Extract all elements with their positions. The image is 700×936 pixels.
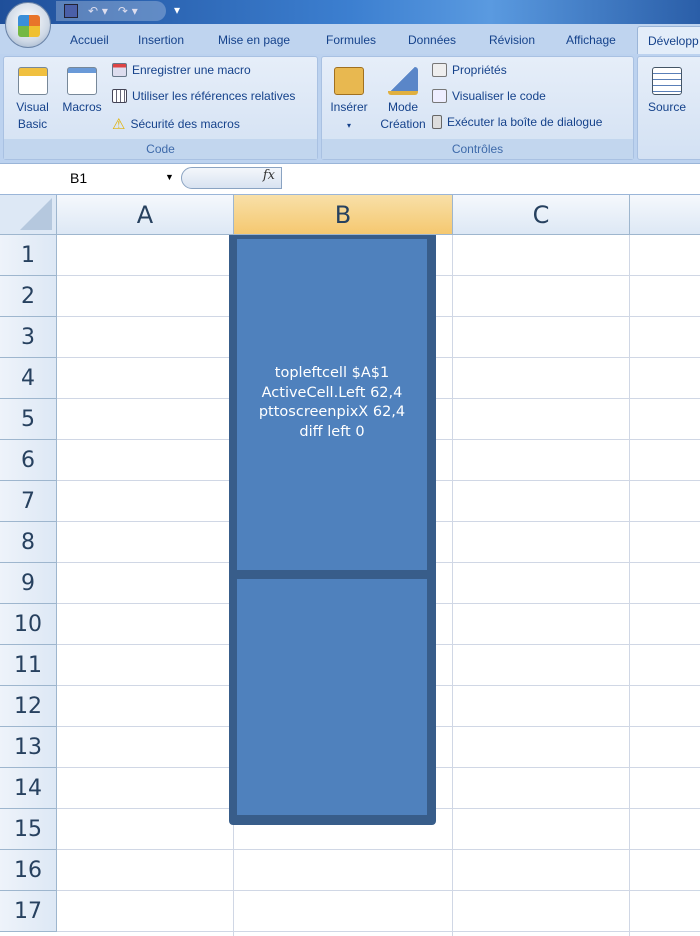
macro-security-button[interactable]: ⚠ Sécurité des macros xyxy=(112,115,240,133)
properties-button[interactable]: Propriétés xyxy=(432,63,507,77)
properties-label: Propriétés xyxy=(452,63,507,77)
insert-label: Insérer xyxy=(330,100,368,114)
row-header-2[interactable]: 2 xyxy=(0,276,57,317)
office-button[interactable] xyxy=(5,2,51,48)
group-label-code: Code xyxy=(4,139,317,159)
design-mode-button[interactable]: Mode Création xyxy=(376,67,430,133)
warning-icon: ⚠ xyxy=(112,116,126,133)
record-macro-label: Enregistrer une macro xyxy=(132,63,251,77)
relative-references-icon xyxy=(112,89,127,103)
visual-basic-label-2: Basic xyxy=(17,117,48,131)
group-code: Visual Basic Macros Enregistrer une macro… xyxy=(3,56,318,160)
row-header-12[interactable]: 12 xyxy=(0,686,57,727)
column-header-d[interactable] xyxy=(630,195,700,235)
row-header-10[interactable]: 10 xyxy=(0,604,57,645)
source-label: Source xyxy=(647,100,687,114)
office-logo-icon xyxy=(18,15,40,37)
column-header-c[interactable]: C xyxy=(453,195,630,235)
group-label-controles: Contrôles xyxy=(322,139,633,159)
row-header-13[interactable]: 13 xyxy=(0,727,57,768)
row-header-3[interactable]: 3 xyxy=(0,317,57,358)
redo-icon[interactable]: ↷ ▾ xyxy=(118,4,138,18)
undo-icon[interactable]: ↶ ▾ xyxy=(88,4,108,18)
group-xml: Source xyxy=(637,56,700,160)
name-box-value: B1 xyxy=(70,170,88,186)
visual-basic-label: Visual xyxy=(16,100,49,114)
run-dialog-button[interactable]: Exécuter la boîte de dialogue xyxy=(432,115,602,129)
macros-button[interactable]: Macros xyxy=(59,67,105,116)
record-macro-button[interactable]: Enregistrer une macro xyxy=(112,63,251,77)
tab-revision[interactable]: Révision xyxy=(489,33,535,47)
gridline xyxy=(629,235,630,936)
tab-insertion[interactable]: Insertion xyxy=(138,33,184,47)
properties-icon xyxy=(432,63,447,77)
shape-line-diff-left: diff left 0 xyxy=(299,423,365,440)
quick-access-toolbar: ↶ ▾ ↷ ▾ xyxy=(56,1,166,21)
name-box-dropdown-icon[interactable]: ▼ xyxy=(165,172,174,182)
tab-accueil[interactable]: Accueil xyxy=(70,33,109,47)
visual-basic-icon xyxy=(17,67,48,95)
shape-text: topleftcell $A$1 ActiveCell.Left 62,4 pt… xyxy=(237,364,427,442)
row-header-17[interactable]: 17 xyxy=(0,891,57,932)
row-header-7[interactable]: 7 xyxy=(0,481,57,522)
record-macro-icon xyxy=(112,63,127,77)
customize-qat-button[interactable]: ▾ xyxy=(174,3,180,17)
design-mode-label-2: Création xyxy=(380,117,426,131)
select-all-button[interactable] xyxy=(0,195,57,235)
row-header-15[interactable]: 15 xyxy=(0,809,57,850)
row-header-6[interactable]: 6 xyxy=(0,440,57,481)
shape-line-topleftcell: topleftcell $A$1 xyxy=(274,365,390,381)
row-header-16[interactable]: 16 xyxy=(0,850,57,891)
toolbox-icon xyxy=(334,67,364,95)
tab-developpeur[interactable]: Développ xyxy=(637,26,700,56)
row-header-14[interactable]: 14 xyxy=(0,768,57,809)
design-mode-label: Mode xyxy=(387,100,419,114)
tab-mise-en-page[interactable]: Mise en page xyxy=(218,33,290,47)
row-header-9[interactable]: 9 xyxy=(0,563,57,604)
gridline xyxy=(57,931,700,932)
row-header-4[interactable]: 4 xyxy=(0,358,57,399)
tab-affichage[interactable]: Affichage xyxy=(566,33,616,47)
column-header-a[interactable]: A xyxy=(57,195,234,235)
view-code-label: Visualiser le code xyxy=(452,89,546,103)
relative-references-label: Utiliser les références relatives xyxy=(132,89,296,103)
row-header-1[interactable]: 1 xyxy=(0,235,57,276)
view-code-icon xyxy=(432,89,447,103)
gridline xyxy=(57,890,700,891)
view-code-button[interactable]: Visualiser le code xyxy=(432,89,546,103)
macro-security-label: Sécurité des macros xyxy=(130,117,240,131)
xml-source-button[interactable]: Source xyxy=(642,67,692,116)
design-mode-icon xyxy=(388,67,418,95)
macros-label: Macros xyxy=(62,100,102,114)
tab-formules[interactable]: Formules xyxy=(326,33,376,47)
row-header-8[interactable]: 8 xyxy=(0,522,57,563)
column-header-b[interactable]: B xyxy=(234,195,453,235)
name-box[interactable]: B1 ▼ xyxy=(0,166,180,190)
shape-line-activecell-left: ActiveCell.Left 62,4 xyxy=(261,384,403,401)
xml-source-icon xyxy=(652,67,682,95)
group-controles: Insérer ▾ Mode Création Propriétés Visuali… xyxy=(321,56,634,160)
shape-bottom-box[interactable] xyxy=(237,579,427,815)
row-header-5[interactable]: 5 xyxy=(0,399,57,440)
run-dialog-icon xyxy=(432,115,442,129)
gridline xyxy=(452,235,453,936)
relative-references-button[interactable]: Utiliser les références relatives xyxy=(112,89,295,103)
fx-icon: fx xyxy=(262,168,275,183)
insert-function-button[interactable]: fx xyxy=(181,167,282,189)
macros-icon xyxy=(67,67,97,95)
visual-basic-button[interactable]: Visual Basic xyxy=(10,67,55,133)
tab-donnees[interactable]: Données xyxy=(408,33,456,47)
gridline xyxy=(57,849,700,850)
chevron-down-icon: ▾ xyxy=(346,121,351,130)
insert-control-button[interactable]: Insérer ▾ xyxy=(326,67,372,134)
formula-input[interactable] xyxy=(284,167,700,189)
rectangle-shape[interactable] xyxy=(229,235,436,825)
shape-line-pttoscreenpix: pttoscreenpixX 62,4 xyxy=(258,404,406,420)
save-icon[interactable] xyxy=(64,4,78,18)
run-dialog-label: Exécuter la boîte de dialogue xyxy=(447,115,603,129)
row-header-11[interactable]: 11 xyxy=(0,645,57,686)
